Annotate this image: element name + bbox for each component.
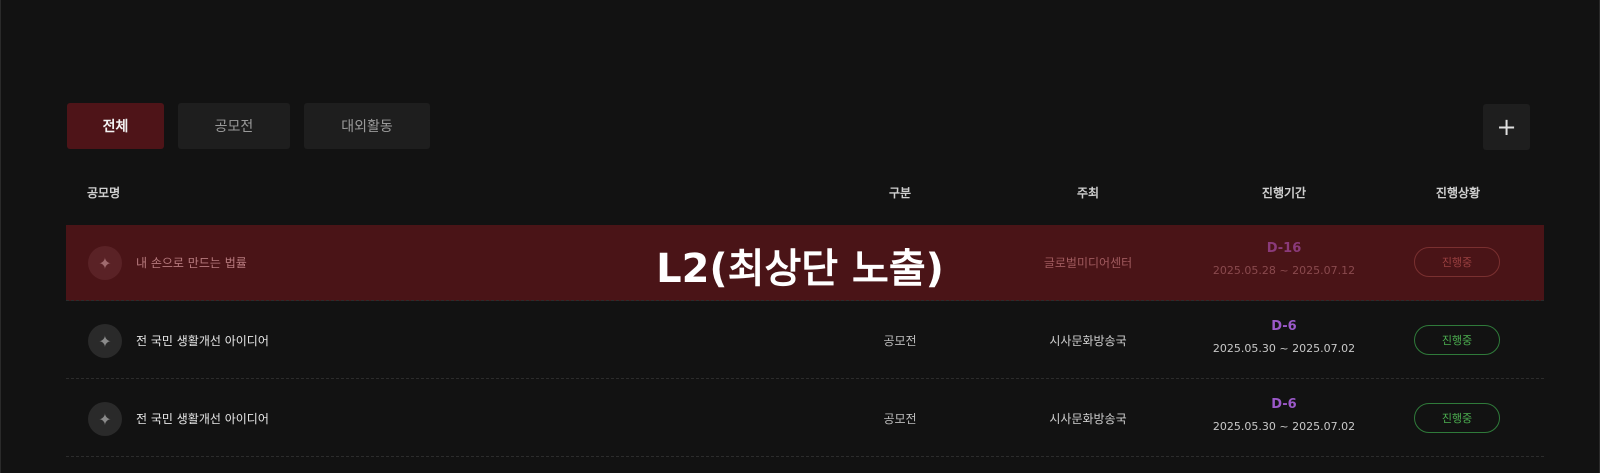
bird-logo-icon: ✦ [88, 324, 122, 358]
column-header-name: 공모명 [87, 186, 121, 200]
row-dates: 2025.05.30 ~ 2025.07.02 [1212, 342, 1356, 355]
row-name[interactable]: 전 국민 생활개선 아이디어 [136, 410, 269, 427]
status-badge: 진행중 [1414, 403, 1500, 433]
row-dday: D-6 [1271, 319, 1297, 334]
table-row[interactable]: ✦ 전 국민 생활개선 아이디어 공모전 시사문화방송국 D-6 2025.05… [66, 381, 1544, 457]
tab-external-activity[interactable]: 대외활동 [304, 103, 430, 149]
table-header: 공모명 구분 주최 진행기간 진행상황 [0, 184, 1600, 204]
row-host: 시사문화방송국 [1049, 412, 1127, 426]
add-button[interactable]: + [1483, 104, 1530, 150]
table-row[interactable]: ✦ 전 국민 생활개선 아이디어 공모전 시사문화방송국 D-6 2025.05… [66, 303, 1544, 379]
column-header-type: 구분 [888, 186, 912, 200]
column-header-period: 진행기간 [1261, 186, 1307, 200]
category-tabs: 전체 공모전 대외활동 [67, 103, 430, 149]
plus-icon: + [1496, 113, 1517, 141]
column-header-status: 진행상황 [1435, 186, 1481, 200]
bird-logo-icon: ✦ [88, 402, 122, 436]
tab-all[interactable]: 전체 [67, 103, 164, 149]
row-type: 공모전 [883, 412, 917, 426]
overlay-label: L2(최상단 노출) [656, 246, 944, 292]
row-type: 공모전 [883, 334, 917, 348]
row-name[interactable]: 전 국민 생활개선 아이디어 [136, 332, 269, 349]
row-dday: D-6 [1271, 397, 1297, 412]
status-badge: 진행중 [1414, 325, 1500, 355]
row-host: 시사문화방송국 [1049, 334, 1127, 348]
column-header-host: 주최 [1076, 186, 1100, 200]
row-dates: 2025.05.30 ~ 2025.07.02 [1212, 420, 1356, 433]
tab-contest[interactable]: 공모전 [178, 103, 290, 149]
